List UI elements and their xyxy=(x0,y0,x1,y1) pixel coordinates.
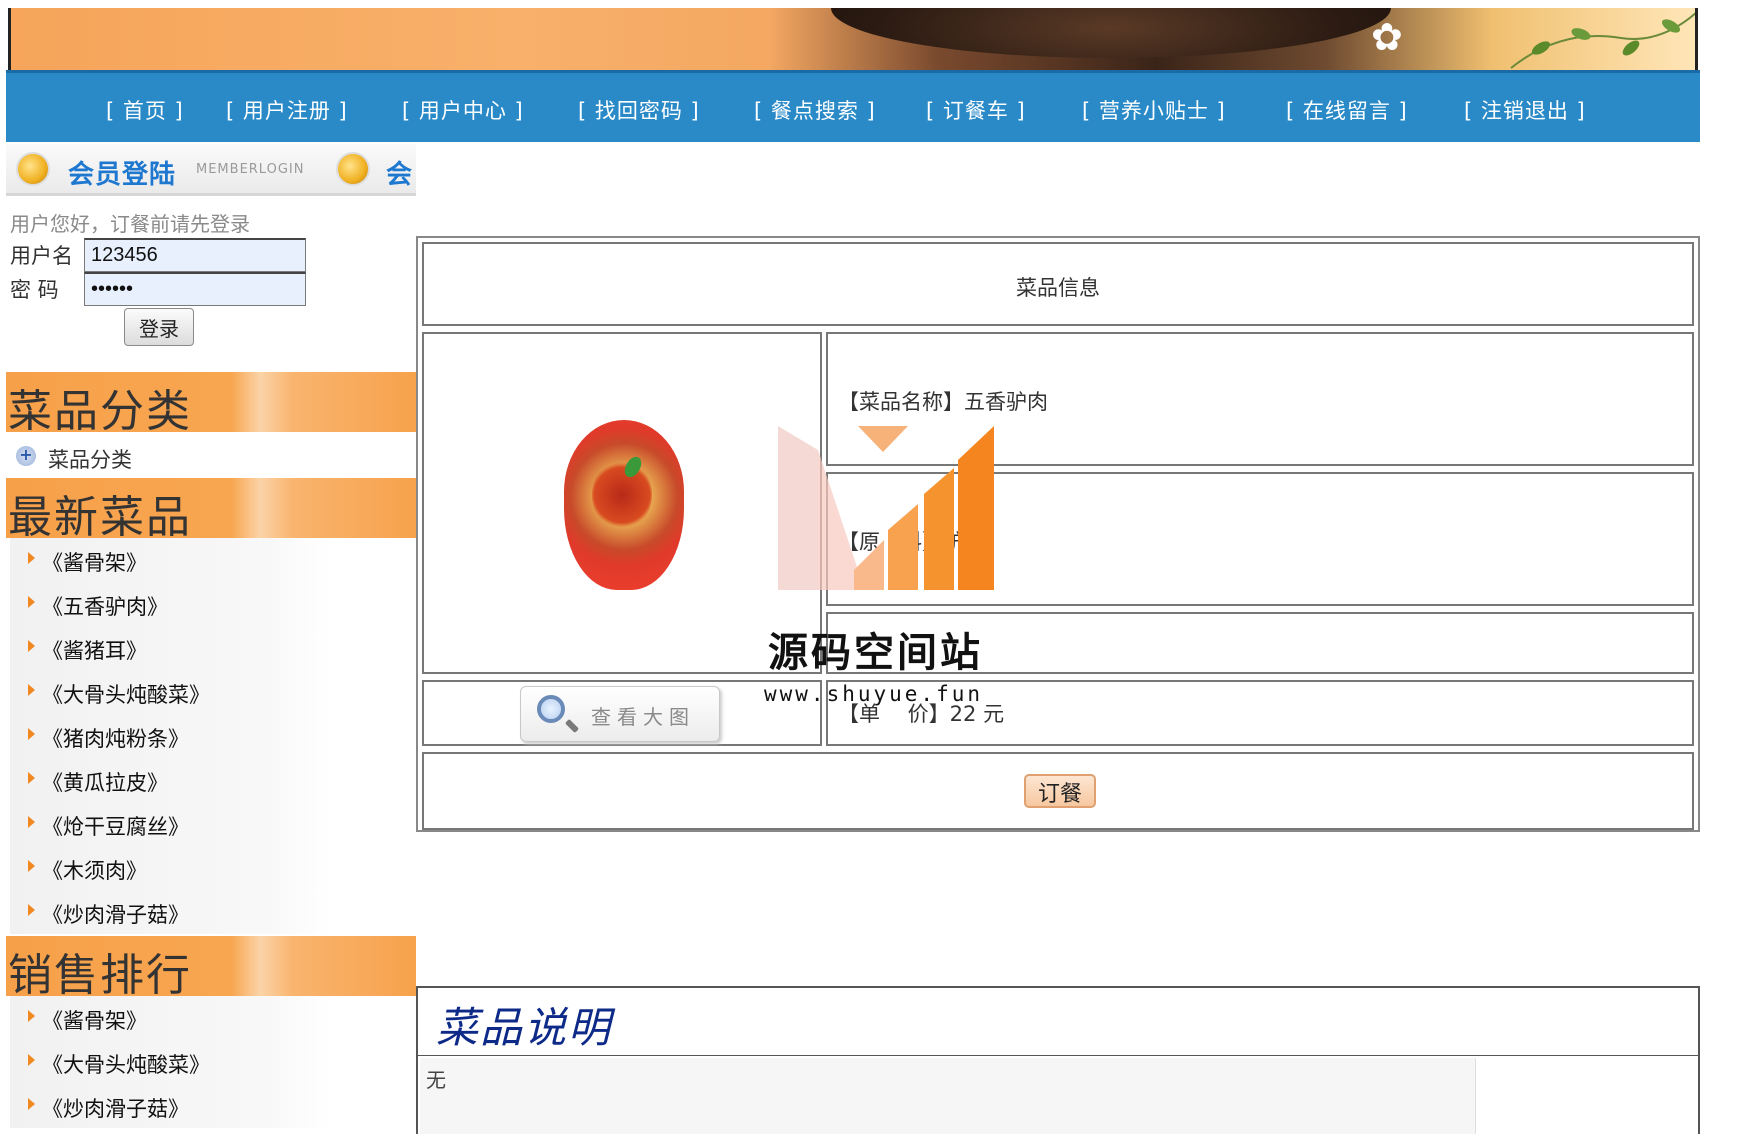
description-body: 无 xyxy=(416,1056,1700,1134)
arrow-icon xyxy=(28,904,35,916)
dish-info-header-cell: 菜品信息 xyxy=(422,242,1694,326)
banner-bowl-image xyxy=(831,8,1391,58)
section-sales-ranking: 销售排行 xyxy=(6,936,416,1001)
nav-register[interactable]: [ 用户注册 ] xyxy=(226,95,348,125)
dish-link[interactable]: 《炒肉滑子菇》 xyxy=(42,1093,189,1123)
section-category: 菜品分类 xyxy=(6,372,416,437)
arrow-icon xyxy=(28,860,35,872)
description-header: 菜品说明 xyxy=(416,986,1700,1058)
list-item[interactable]: 《大骨头炖酸菜》 xyxy=(10,670,330,714)
dish-link[interactable]: 《酱骨架》 xyxy=(42,1005,147,1035)
login-button[interactable]: 登录 xyxy=(124,308,194,346)
dish-link[interactable]: 《木须肉》 xyxy=(42,855,147,885)
description-text: 无 xyxy=(426,1068,446,1092)
dish-link[interactable]: 《炒肉滑子菇》 xyxy=(42,899,189,929)
arrow-icon xyxy=(28,1054,35,1066)
list-item[interactable]: 《黄瓜拉皮》 xyxy=(10,758,330,802)
category-item[interactable]: + 菜品分类 xyxy=(6,434,416,478)
dish-info-header: 菜品信息 xyxy=(1016,276,1100,300)
description-title: 菜品说明 xyxy=(436,1003,613,1052)
dish-link[interactable]: 《大骨头炖酸菜》 xyxy=(42,679,210,709)
member-login-title-repeat: 会 xyxy=(386,160,413,190)
sales-ranking-list: 《酱骨架》 《大骨头炖酸菜》 《炒肉滑子菇》 xyxy=(10,996,330,1128)
dish-name: 【菜品名称】五香驴肉 xyxy=(838,390,1048,414)
latest-dish-list: 《酱骨架》 《五香驴肉》 《酱猪耳》 《大骨头炖酸菜》 《猪肉炖粉条》 《黄瓜拉… xyxy=(10,538,330,934)
arrow-icon xyxy=(28,684,35,696)
expand-plus-icon[interactable]: + xyxy=(16,446,36,466)
nav-meal-search[interactable]: [ 餐点搜索 ] xyxy=(754,95,876,125)
nav-cart[interactable]: [ 订餐车 ] xyxy=(926,95,1026,125)
nav-home[interactable]: [ 首页 ] xyxy=(106,95,184,125)
nav-message[interactable]: [ 在线留言 ] xyxy=(1286,95,1408,125)
list-item[interactable]: 《酱骨架》 xyxy=(10,538,330,582)
leaves-decoration xyxy=(1510,12,1695,69)
arrow-icon xyxy=(28,596,35,608)
member-login-header: 会员登陆 MEMBERLOGIN 会 xyxy=(6,144,416,196)
password-label: 密 码 xyxy=(10,278,59,302)
member-icon xyxy=(16,152,50,186)
watermark-title: 源码空间站 xyxy=(768,630,983,676)
order-cell: 订餐 xyxy=(422,752,1694,830)
member-login-title: 会员登陆 xyxy=(68,160,177,190)
arrow-icon xyxy=(28,728,35,740)
main-nav: [ 首页 ] [ 用户注册 ] [ 用户中心 ] [ 找回密码 ] [ 餐点搜索… xyxy=(6,70,1700,142)
member-icon xyxy=(336,152,370,186)
list-item[interactable]: 《猪肉炖粉条》 xyxy=(10,714,330,758)
dish-image[interactable] xyxy=(564,420,684,590)
dish-link[interactable]: 《炝干豆腐丝》 xyxy=(42,811,189,841)
username-input[interactable] xyxy=(84,238,306,272)
member-login-subtitle: MEMBERLOGIN xyxy=(196,162,305,177)
arrow-icon xyxy=(28,1098,35,1110)
login-hint: 用户您好，订餐前请先登录 xyxy=(10,212,250,236)
list-item[interactable]: 《酱骨架》 xyxy=(10,996,330,1040)
category-item-label[interactable]: 菜品分类 xyxy=(48,444,132,474)
nav-find-password[interactable]: [ 找回密码 ] xyxy=(578,95,700,125)
dish-link[interactable]: 《猪肉炖粉条》 xyxy=(42,723,189,753)
list-item[interactable]: 《酱猪耳》 xyxy=(10,626,330,670)
view-big-label: 查看大图 xyxy=(591,705,695,729)
nav-nutrition-tips[interactable]: [ 营养小贴士 ] xyxy=(1082,95,1226,125)
flower-icon: ✿ xyxy=(1371,15,1403,59)
dish-link[interactable]: 《五香驴肉》 xyxy=(42,591,168,621)
list-item[interactable]: 《炝干豆腐丝》 xyxy=(10,802,330,846)
arrow-icon xyxy=(28,1010,35,1022)
watermark-url: www.shuyue.fun xyxy=(764,682,984,706)
arrow-icon xyxy=(28,816,35,828)
watermark: 源码空间站 www.shuyue.fun xyxy=(758,420,1048,720)
zoom-in-icon xyxy=(537,695,565,723)
left-sidebar: 会员登陆 MEMBERLOGIN 会 用户您好，订餐前请先登录 用户名 密 码 … xyxy=(6,144,416,1134)
dish-link[interactable]: 《大骨头炖酸菜》 xyxy=(42,1049,210,1079)
password-input[interactable] xyxy=(84,272,306,306)
section-sales-title: 销售排行 xyxy=(8,950,192,1001)
section-category-title: 菜品分类 xyxy=(8,386,192,437)
list-item[interactable]: 《五香驴肉》 xyxy=(10,582,330,626)
arrow-icon xyxy=(28,552,35,564)
list-item[interactable]: 《木须肉》 xyxy=(10,846,330,890)
dish-link[interactable]: 《黄瓜拉皮》 xyxy=(42,767,168,797)
arrow-icon xyxy=(28,640,35,652)
nav-user-center[interactable]: [ 用户中心 ] xyxy=(402,95,524,125)
dish-link[interactable]: 《酱骨架》 xyxy=(42,547,147,577)
section-latest: 最新菜品 xyxy=(6,478,416,543)
order-button[interactable]: 订餐 xyxy=(1024,774,1096,808)
list-item[interactable]: 《炒肉滑子菇》 xyxy=(10,890,330,934)
list-item[interactable]: 《大骨头炖酸菜》 xyxy=(10,1040,330,1084)
description-text-area: 无 xyxy=(420,1058,1476,1134)
list-item[interactable]: 《炒肉滑子菇》 xyxy=(10,1084,330,1128)
arrow-icon xyxy=(28,772,35,784)
nav-logout[interactable]: [ 注销退出 ] xyxy=(1464,95,1586,125)
top-banner: ✿ xyxy=(8,8,1698,70)
dish-info-table: 菜品信息 【菜品名称】五香驴肉 【原 料】驴肉 查看大图 【单 价】22 元 订… xyxy=(416,236,1700,832)
dish-link[interactable]: 《酱猪耳》 xyxy=(42,635,147,665)
username-label: 用户名 xyxy=(10,244,73,268)
section-latest-title: 最新菜品 xyxy=(8,492,192,543)
view-big-image-button[interactable]: 查看大图 xyxy=(520,686,720,742)
watermark-logo-icon xyxy=(778,426,994,590)
